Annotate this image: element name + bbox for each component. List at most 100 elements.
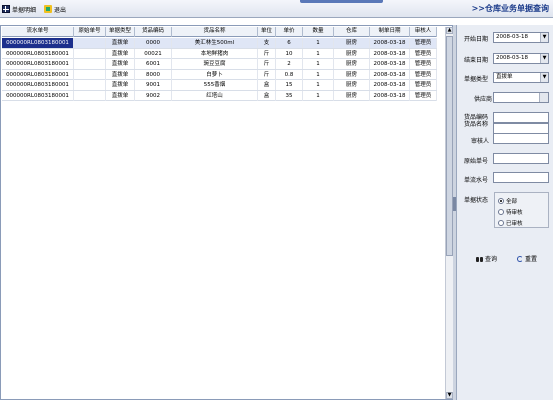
scroll-down-icon[interactable]: ▼: [446, 392, 453, 399]
cell-price: 6: [276, 38, 303, 48]
cell-warehouse: 厨房: [334, 38, 370, 48]
table-row[interactable]: 000000RL0803180001 直拨单 9001 555香烟盒 15 1 厨房 2008…: [2, 80, 437, 91]
table-row[interactable]: 000000RL0803180001 直拨单 00021 本地鲜猪肉斤 10 1 厨房 200…: [2, 48, 437, 59]
cell-serial-no: 000000RL0803180001: [2, 48, 74, 59]
cell-item-name: 白萝卜: [172, 69, 258, 80]
cell-item-code: 8000: [135, 69, 172, 80]
cell-serial-no: 000000RL0803180001: [2, 59, 74, 69]
radio-selected-icon[interactable]: [498, 198, 504, 204]
cell-date: 2008-03-18: [370, 38, 410, 48]
col-header-orig-no[interactable]: 原始单号: [74, 27, 106, 37]
status-option-approved[interactable]: 已审核: [498, 219, 523, 227]
col-header-warehouse[interactable]: 仓库: [334, 27, 370, 37]
table-row[interactable]: 000000RL0803180001 直拨单 6001 豌豆豆腐斤 2 1 厨房 2008-0…: [2, 59, 437, 70]
status-option-all[interactable]: 全部: [498, 197, 517, 205]
supplier-field[interactable]: [493, 92, 549, 103]
browse-icon[interactable]: [539, 93, 548, 102]
col-header-serial-no[interactable]: 流水单号: [2, 27, 74, 37]
page-title: >>仓库业务单据查询: [471, 3, 549, 13]
cell-warehouse: 厨房: [334, 80, 370, 90]
chevron-down-icon[interactable]: ▼: [540, 73, 548, 82]
cell-item-code: 9002: [135, 90, 172, 101]
cell-unit: 斤: [258, 48, 276, 59]
cell-orig-no: [74, 38, 106, 48]
reset-icon: [517, 255, 523, 262]
serial-no-label: 单流水号: [464, 177, 489, 184]
supplier-label: 供应商: [474, 96, 493, 103]
cell-item-code: 9001: [135, 80, 172, 90]
item-name-label: 货品名称: [464, 121, 489, 128]
cell-auditor: 管理员: [410, 59, 437, 69]
cell-doc-type: 直拨单: [106, 38, 135, 48]
radio-icon[interactable]: [498, 209, 504, 215]
exit-button[interactable]: 退出: [44, 4, 66, 14]
table-row[interactable]: 000000RL0803180001 直拨单 0000 美汇林生500ml 支 6 1 厨房 2…: [2, 38, 437, 49]
item-code-field[interactable]: [493, 112, 549, 123]
table-row[interactable]: 000000RL0803180001 直拨单 8000 白萝卜斤 0.8 1 厨房 2008-…: [2, 69, 437, 80]
cell-auditor: 管理员: [410, 69, 437, 80]
cell-qty: 1: [303, 90, 334, 101]
scroll-thumb[interactable]: [446, 36, 453, 256]
status-option-all-label: 全部: [506, 199, 518, 205]
cell-item-name: 美汇林生500ml: [172, 38, 258, 48]
cell-price: 15: [276, 80, 303, 90]
cell-price: 10: [276, 48, 303, 59]
cell-warehouse: 厨房: [334, 59, 370, 69]
cell-qty: 1: [303, 69, 334, 80]
col-header-item-code[interactable]: 货品编码: [135, 27, 172, 37]
orig-no-label: 原始单号: [464, 158, 489, 165]
start-date-picker[interactable]: 2008-03-18 ▼: [493, 32, 549, 43]
col-header-unit[interactable]: 单位: [258, 27, 276, 37]
cell-serial-no: 000000RL0803180001: [2, 80, 74, 90]
cell-unit: 斤: [258, 69, 276, 80]
col-header-date[interactable]: 制单日期: [370, 27, 410, 37]
chevron-down-icon[interactable]: ▼: [540, 54, 548, 63]
doc-type-label: 单据类型: [464, 76, 489, 83]
cell-item-name: 555香烟: [172, 80, 258, 90]
grid-scrollbar[interactable]: ▲ ▼: [445, 27, 453, 399]
cell-price: 0.8: [276, 69, 303, 80]
status-radio-group: 全部 待审核 已审核: [494, 192, 549, 228]
cell-doc-type: 直拨单: [106, 69, 135, 80]
end-date-picker[interactable]: 2008-03-18 ▼: [493, 53, 549, 64]
doc-type-select[interactable]: 直拨单 ▼: [493, 72, 549, 83]
table-row[interactable]: 000000RL0803180001 直拨单 9002 红塔山盒 35 1 厨房 2008-0…: [2, 90, 437, 101]
radio-icon[interactable]: [498, 220, 504, 226]
cell-item-name: 豌豆豆腐: [172, 59, 258, 69]
auditor-field[interactable]: [493, 133, 549, 144]
cell-unit: 盒: [258, 80, 276, 90]
reset-button-label: 重置: [525, 256, 538, 263]
cell-orig-no: [74, 80, 106, 90]
cell-qty: 1: [303, 80, 334, 90]
cell-orig-no: [74, 90, 106, 101]
scroll-up-icon[interactable]: ▲: [446, 27, 453, 34]
grid-header: 流水单号 原始单号 单据类型 货品编码 货品名称 单位 单价 数量 仓库 制单日…: [2, 27, 437, 37]
chevron-down-icon[interactable]: ▼: [540, 33, 548, 42]
cell-orig-no: [74, 48, 106, 59]
reset-button[interactable]: 重置: [517, 254, 537, 263]
cell-doc-type: 直拨单: [106, 48, 135, 59]
cell-doc-type: 直拨单: [106, 80, 135, 90]
col-header-item-name[interactable]: 货品名称: [172, 27, 258, 37]
status-option-approved-label: 已审核: [506, 221, 523, 227]
col-header-doc-type[interactable]: 单据类型: [106, 27, 135, 37]
end-date-label: 结束日期: [464, 57, 489, 64]
cell-qty: 1: [303, 38, 334, 48]
col-header-qty[interactable]: 数量: [303, 27, 334, 37]
status-option-pending[interactable]: 待审核: [498, 208, 523, 216]
cell-auditor: 管理员: [410, 90, 437, 101]
col-header-price[interactable]: 单价: [276, 27, 303, 37]
cell-price: 2: [276, 59, 303, 69]
query-button[interactable]: 查询: [476, 254, 497, 263]
cell-qty: 1: [303, 59, 334, 69]
cell-item-code: 6001: [135, 59, 172, 69]
serial-no-field[interactable]: [493, 172, 549, 183]
col-header-auditor[interactable]: 审核人: [410, 27, 437, 37]
orig-no-field[interactable]: [493, 153, 549, 164]
toolbar: 单据明细 退出 >>仓库业务单据查询: [0, 0, 553, 18]
cell-serial-no: 000000RL0803180001: [2, 69, 74, 80]
grid-icon: [2, 5, 10, 13]
detail-button[interactable]: 单据明细: [2, 4, 36, 14]
cell-qty: 1: [303, 48, 334, 59]
detail-button-label: 单据明细: [12, 6, 37, 14]
